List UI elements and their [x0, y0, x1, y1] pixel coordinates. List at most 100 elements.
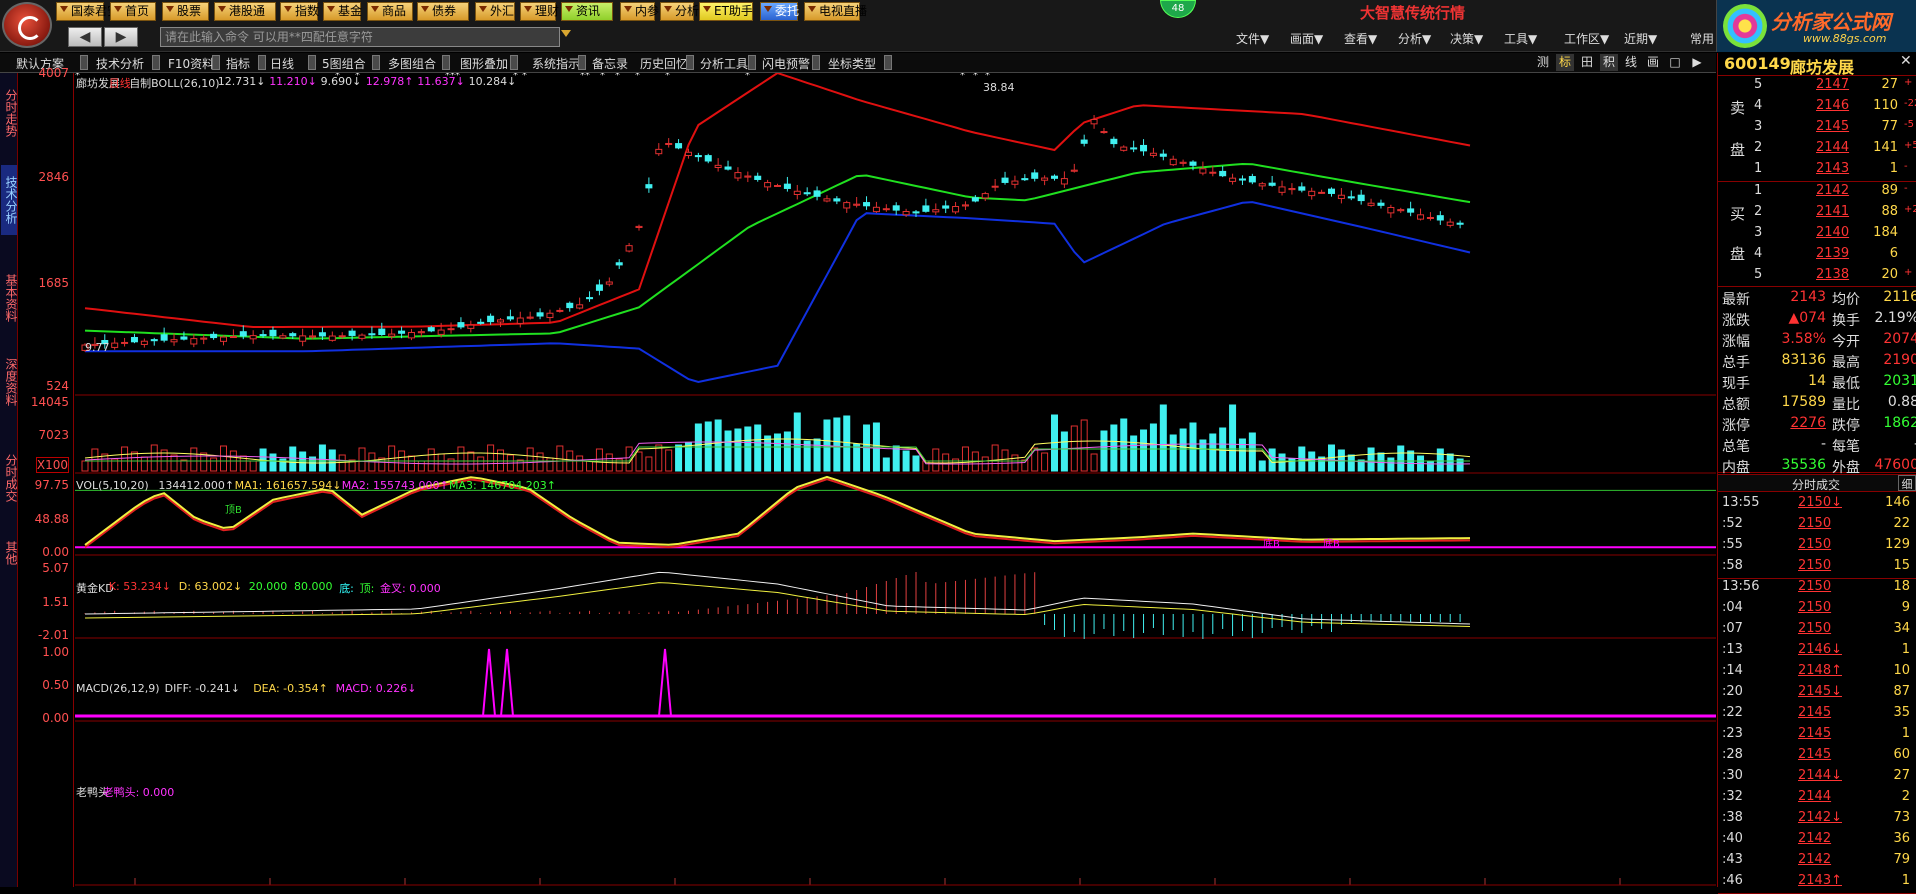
nav-button-4[interactable]: 指数: [280, 2, 319, 21]
toolbar-item-1[interactable]: 技术分析: [96, 55, 144, 72]
left-tab-1[interactable]: 技术分析: [1, 165, 18, 235]
toolbar-item-2[interactable]: F10资料: [168, 55, 214, 72]
tick-row[interactable]: :43 2142 79: [1718, 852, 1916, 872]
back-button[interactable]: ◀: [68, 27, 102, 47]
toolbar-dropdown-icon[interactable]: [748, 55, 756, 70]
nav-button-11[interactable]: 内参: [620, 2, 659, 21]
menu-item-8[interactable]: 常用: [1690, 30, 1714, 47]
toolbar-item-9[interactable]: 备忘录: [592, 55, 628, 72]
command-input[interactable]: 请在此输入命令 可以用**四配任意字符: [160, 27, 560, 47]
ticks-detail-tab[interactable]: 细: [1898, 475, 1916, 491]
nav-button-0[interactable]: 国泰君安: [56, 2, 119, 21]
ticks-title[interactable]: 分时成交: [1792, 476, 1840, 493]
toolbar-dropdown-icon[interactable]: [258, 55, 266, 70]
menu-item-6[interactable]: 工作区▼: [1564, 30, 1609, 47]
toolbar-right-button-0[interactable]: 测: [1534, 54, 1552, 71]
toolbar-dropdown-icon[interactable]: [686, 55, 694, 70]
toolbar-dropdown-icon[interactable]: [578, 55, 586, 70]
toolbar-item-10[interactable]: 历史回忆: [640, 55, 688, 72]
nav-button-1[interactable]: 首页: [110, 2, 156, 21]
left-tab-0[interactable]: 分时走势: [1, 81, 18, 145]
left-tab-3[interactable]: 深度资料: [1, 341, 18, 423]
nav-button-13[interactable]: ET助手: [699, 2, 753, 21]
tick-row[interactable]: 13:55 2150↓ 146: [1718, 495, 1916, 515]
tick-row[interactable]: :04 2150 9: [1718, 600, 1916, 620]
sell-order-row[interactable]: 3 2145 77 -5: [1718, 119, 1916, 139]
toolbar-right-button-6[interactable]: □: [1666, 54, 1684, 71]
nav-button-15[interactable]: 电视直播: [804, 2, 867, 21]
nav-button-6[interactable]: 商品: [367, 2, 413, 21]
left-tab-4[interactable]: 分时成交: [1, 433, 18, 523]
toolbar-right-button-7[interactable]: ▶: [1688, 54, 1706, 71]
toolbar-right-button-5[interactable]: 画: [1644, 54, 1662, 71]
tick-row[interactable]: :40 2142 36: [1718, 831, 1916, 851]
nav-button-8[interactable]: 外汇: [475, 2, 515, 21]
tick-row[interactable]: :28 2145 60: [1718, 747, 1916, 767]
toolbar-dropdown-icon[interactable]: [812, 55, 820, 70]
menu-item-3[interactable]: 分析▼: [1398, 30, 1431, 47]
toolbar-dropdown-icon[interactable]: [152, 55, 160, 70]
tick-row[interactable]: :38 2142↓ 73: [1718, 810, 1916, 830]
toolbar-item-11[interactable]: 分析工具: [700, 55, 748, 72]
nav-button-9[interactable]: 理财: [520, 2, 559, 21]
toolbar-item-4[interactable]: 日线: [270, 55, 294, 72]
left-tab-5[interactable]: 其他: [1, 533, 18, 573]
nav-button-7[interactable]: 债券: [417, 2, 469, 21]
nav-button-14[interactable]: 委托: [760, 2, 799, 21]
toolbar-dropdown-icon[interactable]: [442, 55, 450, 70]
tick-row[interactable]: :55 2150 129: [1718, 537, 1916, 557]
toolbar-right-button-2[interactable]: 田: [1578, 54, 1596, 71]
nav-button-10[interactable]: 资讯: [561, 2, 613, 21]
toolbar-dropdown-icon[interactable]: [884, 55, 892, 70]
buy-order-row[interactable]: 3 2140 184: [1718, 225, 1916, 245]
menu-item-5[interactable]: 工具▼: [1504, 30, 1537, 47]
nav-button-5[interactable]: 基金: [323, 2, 362, 21]
toolbar-item-6[interactable]: 多图组合: [388, 55, 436, 72]
toolbar-item-5[interactable]: 5图组合: [322, 55, 366, 72]
buy-order-row[interactable]: 5 2138 20 +: [1718, 267, 1916, 287]
nav-button-3[interactable]: 港股通: [214, 2, 276, 21]
tick-row[interactable]: :13 2146↓ 1: [1718, 642, 1916, 662]
left-tab-2[interactable]: 基本资料: [1, 259, 18, 337]
toolbar-right-button-1[interactable]: 标: [1556, 54, 1574, 71]
toolbar-dropdown-icon[interactable]: [372, 55, 380, 70]
toolbar-right-button-3[interactable]: 积: [1600, 54, 1618, 71]
sell-order-row[interactable]: 1 2143 1-: [1718, 161, 1916, 181]
menu-item-0[interactable]: 文件▼: [1236, 30, 1269, 47]
forward-button[interactable]: ▶: [104, 27, 138, 47]
toolbar-dropdown-icon[interactable]: [510, 55, 518, 70]
tick-row[interactable]: :20 2145↓ 87: [1718, 684, 1916, 704]
toolbar-right-button-4[interactable]: 线: [1622, 54, 1640, 71]
tick-row[interactable]: :46 2143↑ 1: [1718, 873, 1916, 893]
tick-row[interactable]: :58 2150 15: [1718, 558, 1916, 578]
tick-row[interactable]: :32 2144 2: [1718, 789, 1916, 809]
nav-button-2[interactable]: 股票: [162, 2, 209, 21]
notification-badge[interactable]: 48: [1160, 0, 1196, 18]
tick-row[interactable]: 13:56 2150 18: [1718, 579, 1916, 599]
buy-order-row[interactable]: 4 2139 6: [1718, 246, 1916, 266]
toolbar-dropdown-icon[interactable]: [80, 55, 88, 70]
toolbar-item-7[interactable]: 图形叠加: [460, 55, 508, 72]
tick-row[interactable]: :30 2144↓ 27: [1718, 768, 1916, 788]
close-icon[interactable]: ✕: [1900, 53, 1912, 69]
toolbar-dropdown-icon[interactable]: [212, 55, 220, 70]
tick-row[interactable]: :52 2150 22: [1718, 516, 1916, 536]
buy-order-row[interactable]: 1 2142 89-: [1718, 183, 1916, 203]
tick-row[interactable]: :07 2150 34: [1718, 621, 1916, 641]
sell-order-row[interactable]: 2 2144 141 +5: [1718, 140, 1916, 160]
sell-order-row[interactable]: 5 2147 27 +: [1718, 77, 1916, 97]
tick-row[interactable]: :14 2148↑ 10: [1718, 663, 1916, 683]
tick-row[interactable]: :23 2145 1: [1718, 726, 1916, 746]
menu-item-1[interactable]: 画面▼: [1290, 30, 1323, 47]
toolbar-item-8[interactable]: 系统指示: [532, 55, 580, 72]
command-dropdown-icon[interactable]: [561, 30, 571, 37]
sell-order-row[interactable]: 4 2146 110 -22: [1718, 98, 1916, 118]
buy-order-row[interactable]: 2 2141 88 +24: [1718, 204, 1916, 224]
nav-button-12[interactable]: 分析: [660, 2, 699, 21]
toolbar-item-13[interactable]: 坐标类型: [828, 55, 876, 72]
toolbar-item-12[interactable]: 闪电预警: [762, 55, 810, 72]
tick-row[interactable]: :22 2145 35: [1718, 705, 1916, 725]
app-logo[interactable]: [2, 2, 52, 48]
menu-item-4[interactable]: 决策▼: [1450, 30, 1483, 47]
menu-item-7[interactable]: 近期▼: [1624, 30, 1657, 47]
